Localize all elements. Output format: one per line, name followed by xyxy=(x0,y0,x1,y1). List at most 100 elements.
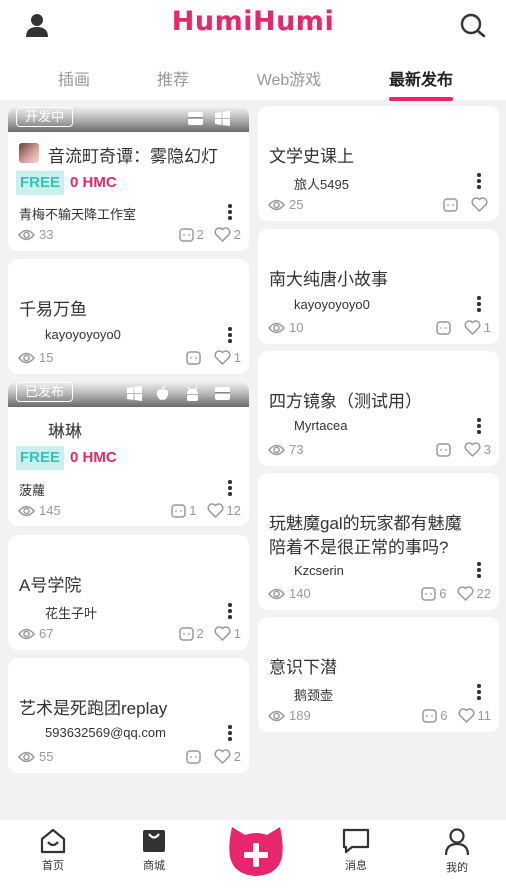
more-options-icon[interactable] xyxy=(228,603,232,619)
apple-icon xyxy=(156,385,169,400)
view-count: 189 xyxy=(289,708,311,723)
card-title: 艺术是死跑团replay xyxy=(19,699,168,718)
card-stats: 189 6 11 xyxy=(268,708,491,726)
card-title-line2: 陪着不是很正常的事吗? xyxy=(269,538,449,557)
tab-latest-releases[interactable]: 最新发布 xyxy=(389,66,453,90)
comment-count: 6 xyxy=(440,708,448,723)
game-card[interactable]: A号学院 花生子叶 67 2 1 xyxy=(8,535,249,650)
heart-icon[interactable] xyxy=(207,503,224,518)
comment-count: 6 xyxy=(439,586,447,601)
comment-icon[interactable] xyxy=(171,503,187,518)
top-bar: HumiHumi 插画 推荐 Web游戏 最新发布 xyxy=(0,0,506,101)
nav-home[interactable]: 首页 xyxy=(23,828,83,873)
game-card[interactable]: 文学史课上 旅人5495 25 xyxy=(258,106,499,221)
like-count: 3 xyxy=(483,442,491,457)
game-card[interactable]: 开发中 音流町奇谭：雾隐幻灯 FREE 0 HMC 青梅不输天降工作室 33 2… xyxy=(8,106,249,251)
search-icon[interactable] xyxy=(459,12,487,40)
nav-label: 商城 xyxy=(143,860,165,872)
eye-icon xyxy=(18,352,35,363)
heart-icon[interactable] xyxy=(214,626,231,641)
eye-icon xyxy=(18,751,35,762)
comment-icon[interactable] xyxy=(422,708,438,723)
app-logo[interactable]: HumiHumi xyxy=(0,6,506,37)
game-card[interactable]: 四方镜象（测试用） Myrtacea 73 3 xyxy=(258,351,499,466)
more-options-icon[interactable] xyxy=(477,418,481,434)
eye-icon xyxy=(268,199,285,210)
tab-illustration[interactable]: 插画 xyxy=(58,66,90,90)
shop-bag-icon xyxy=(143,830,165,852)
status-ribbon: 已发布 xyxy=(8,381,249,407)
eye-icon xyxy=(18,505,35,516)
author-name: Myrtacea xyxy=(294,418,348,433)
card-title: 文学史课上 xyxy=(269,147,354,166)
card-title: 琳琳 xyxy=(48,422,82,441)
author-name: Kzcserin xyxy=(294,563,344,578)
app-screen: HumiHumi 插画 推荐 Web游戏 最新发布 开发中 音流町奇谭：雾隐幻灯… xyxy=(0,0,506,889)
eye-icon xyxy=(268,710,285,721)
comment-icon[interactable] xyxy=(178,626,194,641)
more-options-icon[interactable] xyxy=(228,480,232,496)
eye-icon xyxy=(268,322,285,333)
comment-icon[interactable] xyxy=(421,586,437,601)
heart-icon[interactable] xyxy=(214,227,231,242)
game-card[interactable]: 玩魅魔gal的玩家都有魅魔 陪着不是很正常的事吗? Kzcserin 140 6… xyxy=(258,473,499,610)
card-title: 玩魅魔gal的玩家都有魅魔 xyxy=(269,514,462,533)
heart-icon[interactable] xyxy=(457,586,474,601)
comment-icon[interactable] xyxy=(186,749,201,764)
comment-icon[interactable] xyxy=(436,320,451,335)
heart-icon[interactable] xyxy=(464,442,481,457)
more-options-icon[interactable] xyxy=(477,562,481,578)
heart-icon[interactable] xyxy=(457,708,475,723)
more-options-icon[interactable] xyxy=(477,684,481,700)
card-stats: 25 xyxy=(268,197,491,215)
heart-icon[interactable] xyxy=(464,320,481,335)
comment-count: 1 xyxy=(189,503,197,518)
heart-icon[interactable] xyxy=(471,197,488,212)
tab-recommended[interactable]: 推荐 xyxy=(157,66,189,90)
home-icon xyxy=(40,828,66,854)
view-count: 145 xyxy=(39,503,61,518)
game-card[interactable]: 意识下潜 鹅颈壶 189 6 11 xyxy=(258,617,499,732)
card-title: A号学院 xyxy=(19,576,82,595)
nav-label: 我的 xyxy=(446,862,468,874)
more-options-icon[interactable] xyxy=(477,173,481,189)
comment-count: 2 xyxy=(196,227,204,242)
card-title: 南大纯唐小故事 xyxy=(269,270,388,289)
comment-icon[interactable] xyxy=(178,227,194,242)
view-count: 33 xyxy=(39,227,54,242)
nav-messages[interactable]: 消息 xyxy=(326,828,386,873)
author-name: 593632569@qq.com xyxy=(45,725,166,740)
more-options-icon[interactable] xyxy=(228,327,232,343)
tab-web-games[interactable]: Web游戏 xyxy=(257,66,322,90)
comment-icon[interactable] xyxy=(186,350,201,365)
view-count: 67 xyxy=(39,626,54,641)
game-card[interactable]: 已发布 琳琳 FREE 0 HMC 菠蘿 145 1 12 xyxy=(8,381,249,526)
like-count: 1 xyxy=(233,626,241,641)
like-count: 1 xyxy=(483,320,491,335)
game-card[interactable]: 南大纯唐小故事 kayoyoyoyo0 10 1 xyxy=(258,229,499,344)
nav-profile[interactable]: 我的 xyxy=(427,828,487,875)
comment-icon[interactable] xyxy=(443,197,458,212)
view-count: 25 xyxy=(289,197,304,212)
game-card[interactable]: 艺术是死跑团replay 593632569@qq.com 55 2 xyxy=(8,658,249,773)
heart-icon[interactable] xyxy=(214,350,231,365)
card-stats: 140 6 22 xyxy=(268,586,491,604)
comment-icon[interactable] xyxy=(436,442,451,457)
view-count: 10 xyxy=(289,320,304,335)
card-stats: 55 2 xyxy=(18,749,241,767)
author-name: 青梅不输天降工作室 xyxy=(19,207,137,222)
like-count: 11 xyxy=(477,708,492,723)
heart-icon[interactable] xyxy=(214,749,231,764)
more-options-icon[interactable] xyxy=(228,725,232,741)
nav-shop[interactable]: 商城 xyxy=(124,828,184,873)
more-options-icon[interactable] xyxy=(228,204,232,220)
like-count: 2 xyxy=(233,749,241,764)
author-name: 鹅颈壶 xyxy=(294,688,334,703)
game-card[interactable]: 千易万鱼 kayoyoyoyo0 15 1 xyxy=(8,259,249,374)
more-options-icon[interactable] xyxy=(477,296,481,312)
card-title: 千易万鱼 xyxy=(19,300,87,319)
view-count: 55 xyxy=(39,749,54,764)
view-count: 15 xyxy=(39,350,54,365)
add-cat-icon[interactable] xyxy=(228,823,284,878)
author-name: kayoyoyoyo0 xyxy=(294,297,370,312)
